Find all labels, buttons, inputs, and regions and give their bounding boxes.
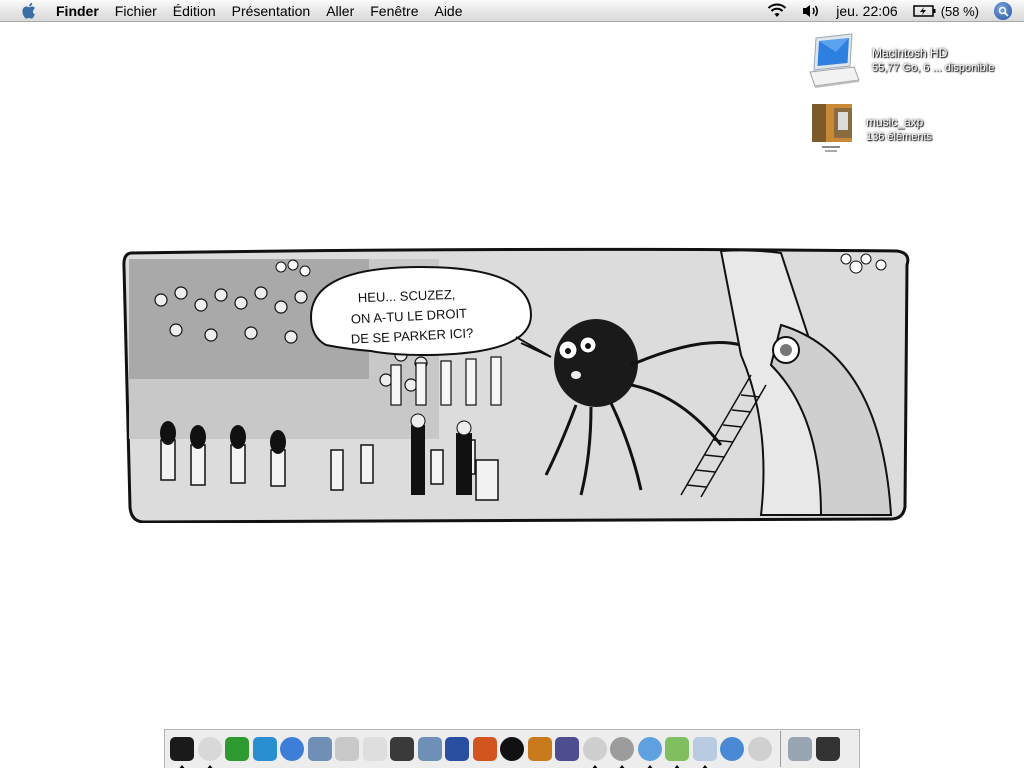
menu-fenetre[interactable]: Fenêtre [362, 0, 426, 22]
menu-presentation[interactable]: Présentation [224, 0, 319, 22]
menu-aide[interactable]: Aide [426, 0, 470, 22]
photo-app-icon [527, 737, 552, 761]
hard-drive-icon [809, 33, 860, 88]
dock-x11[interactable] [169, 734, 195, 768]
disk-utility-icon [362, 737, 387, 761]
x11-icon [170, 737, 194, 761]
desktop-icon-label: Macintosh HD [872, 46, 948, 60]
clock-icon [197, 737, 222, 761]
desktop-icon-detail: 55,77 Go, 6 ... disponible [872, 62, 995, 74]
dock-web-editor[interactable] [252, 734, 278, 764]
reason-icon [472, 737, 497, 761]
dock-photos-app[interactable] [692, 734, 718, 768]
apple-icon[interactable] [17, 0, 39, 22]
picture-frame-icon [555, 737, 579, 761]
dock-safari[interactable] [719, 734, 745, 764]
quicktime-icon [280, 737, 304, 761]
dock-disk-utility[interactable] [362, 734, 388, 764]
dock-reason[interactable] [472, 734, 498, 764]
dock-quicktime[interactable] [279, 734, 305, 764]
folder-icon [812, 104, 852, 152]
network-icon [335, 737, 359, 761]
leaf-icon [225, 737, 249, 761]
dock-separator [780, 731, 781, 767]
dock-microphone-app[interactable] [389, 734, 415, 764]
dock-music-app[interactable] [664, 734, 690, 768]
dock-clock-app[interactable] [197, 734, 223, 768]
dock-headphones-app[interactable] [444, 734, 470, 764]
dock-picture-frame[interactable] [554, 734, 580, 764]
dock-compass-app[interactable] [637, 734, 663, 768]
dock-gears-app[interactable] [582, 734, 608, 768]
wifi-icon[interactable] [767, 0, 787, 22]
menu-fichier[interactable]: Fichier [107, 0, 165, 22]
desktop-icon-label: music_axp [866, 115, 924, 129]
trash-icon [815, 737, 840, 761]
music-note-icon [665, 737, 689, 761]
preview-icon [307, 737, 332, 761]
battery-icon [912, 5, 936, 17]
menu-finder[interactable]: Finder [48, 0, 107, 22]
dock-network[interactable] [334, 734, 360, 764]
dock-preview[interactable] [307, 734, 333, 764]
dock-photo-app[interactable] [527, 734, 553, 764]
desktop-icon-music-axp[interactable]: music_axp 136 éléments [812, 104, 932, 156]
web-editor-icon [252, 737, 277, 761]
preview-photos-icon [692, 737, 717, 761]
chat-bubble-icon [610, 737, 634, 761]
battery-percent: (58 %) [940, 3, 979, 19]
dock-live[interactable] [499, 734, 525, 764]
dock-applications-folder[interactable] [787, 734, 813, 764]
live-icon [500, 737, 524, 761]
dock-chat-app[interactable] [609, 734, 635, 768]
dock-dvd[interactable] [747, 734, 773, 764]
dock [164, 729, 860, 768]
menu-edition[interactable]: Édition [165, 0, 224, 22]
dock-leaf-app[interactable] [224, 734, 250, 764]
desktop-icon-detail: 136 éléments [866, 131, 933, 143]
spotlight-icon[interactable] [994, 2, 1012, 20]
sound-editor-icon [417, 737, 442, 761]
safari-icon [720, 737, 744, 761]
microphone-icon [390, 737, 414, 761]
headphones-icon [445, 737, 469, 761]
menu-bar: Finder Fichier Édition Présentation Alle… [0, 0, 1024, 22]
menu-aller[interactable]: Aller [318, 0, 362, 22]
dock-trash[interactable] [815, 734, 841, 764]
gears-icon [582, 737, 607, 761]
volume-icon[interactable] [801, 0, 821, 22]
battery-status[interactable]: (58 %) [912, 0, 979, 22]
applications-folder-icon [788, 737, 812, 761]
compass-icon [637, 737, 662, 761]
comic-panel: HEU... SCUZEZ, ON A-TU LE DROIT DE SE PA… [122, 247, 910, 523]
dock-sound-editor[interactable] [417, 734, 443, 764]
desktop-icon-macintosh-hd[interactable]: Macintosh HD 55,77 Go, 6 ... disponible [806, 32, 994, 90]
dvd-icon [747, 737, 772, 761]
menubar-clock[interactable]: jeu. 22:06 [836, 3, 898, 19]
